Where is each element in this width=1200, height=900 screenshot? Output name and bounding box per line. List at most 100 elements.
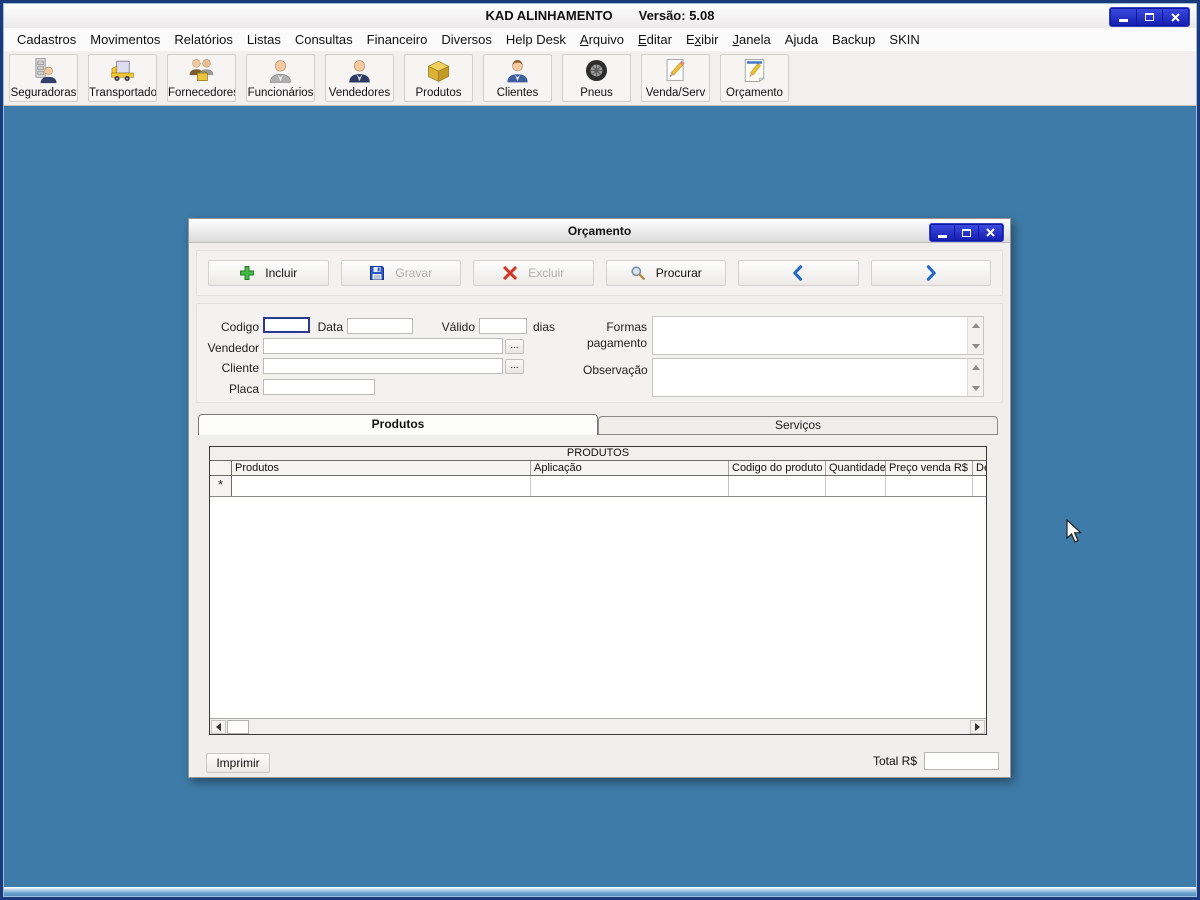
quote-icon — [741, 57, 768, 84]
cliente-browse-button[interactable]: ... — [505, 359, 524, 374]
menu-item-editar[interactable]: Editar — [631, 30, 679, 49]
toolbar-button-fornecedores[interactable]: Fornecedores — [167, 54, 236, 102]
menu-item-arquivo[interactable]: Arquivo — [573, 30, 631, 49]
formas-pagamento-memo — [652, 316, 984, 355]
menu-item-consultas[interactable]: Consultas — [288, 30, 360, 49]
menu-bar: Cadastros Movimentos Relatórios Listas Consu… — [4, 28, 1196, 50]
toolbar-button-venda-serv[interactable]: Venda/Serv — [641, 54, 710, 102]
toolbar-button-transportador[interactable]: Transportador — [88, 54, 157, 102]
menu-item-diversos[interactable]: Diversos — [434, 30, 499, 49]
menu-item-movimentos[interactable]: Movimentos — [83, 30, 167, 49]
menu-item-janela[interactable]: Janela — [725, 30, 777, 49]
scroll-down-icon[interactable] — [970, 382, 982, 394]
app-window-controls — [1109, 7, 1190, 27]
toolbar-button-orcamento[interactable]: Orçamento — [720, 54, 789, 102]
scroll-right-icon[interactable] — [970, 720, 985, 734]
grid-cell[interactable] — [973, 476, 986, 496]
minimize-button[interactable] — [1111, 9, 1136, 25]
grid-column-header-codigo-do-produto[interactable]: Codigo do produto — [729, 461, 826, 475]
grid-column-header-des[interactable]: Des — [973, 461, 986, 475]
incluir-button[interactable]: Incluir — [208, 260, 329, 286]
menu-item-cadastros[interactable]: Cadastros — [10, 30, 83, 49]
total-input[interactable] — [924, 752, 999, 770]
toolbar-button-funcionarios[interactable]: Funcionários — [246, 54, 315, 102]
tab-produtos[interactable]: Produtos — [198, 414, 598, 435]
codigo-label: Codigo — [220, 320, 259, 334]
toolbar-button-label: Venda/Serv — [645, 87, 706, 99]
scroll-up-icon[interactable] — [970, 319, 982, 331]
grid-column-header-produtos[interactable]: Produtos — [232, 461, 531, 475]
menu-item-exibir[interactable]: Exibir — [679, 30, 726, 49]
orcamento-titlebar[interactable]: Orçamento — [189, 219, 1010, 243]
codigo-input[interactable] — [263, 317, 310, 333]
menu-item-backup[interactable]: Backup — [825, 30, 882, 49]
app-title: KAD ALINHAMENTO — [485, 8, 613, 23]
memo-scroll-strip — [967, 359, 983, 396]
excluir-button[interactable]: Excluir — [473, 260, 594, 286]
suppliers-icon — [188, 57, 215, 84]
placa-input[interactable] — [263, 379, 375, 395]
tire-icon — [583, 57, 610, 84]
menu-item-listas[interactable]: Listas — [240, 30, 288, 49]
grid-cell[interactable] — [826, 476, 886, 496]
previous-record-button[interactable] — [738, 260, 859, 286]
toolbar-button-seguradoras[interactable]: Seguradoras — [9, 54, 78, 102]
grid-horizontal-scrollbar[interactable] — [210, 718, 986, 734]
grid-new-row[interactable]: * — [210, 476, 986, 497]
menu-item-financeiro[interactable]: Financeiro — [360, 30, 435, 49]
clients-icon — [504, 57, 531, 84]
grid-cell[interactable] — [729, 476, 826, 496]
menu-item-skin[interactable]: SKIN — [882, 30, 926, 49]
toolbar-button-vendedores[interactable]: Vendedores — [325, 54, 394, 102]
imprimir-button[interactable]: Imprimir — [206, 753, 270, 773]
total-group: Total R$ — [873, 752, 999, 770]
maximize-button[interactable] — [955, 225, 978, 240]
data-label: Data — [317, 320, 343, 334]
prev-icon — [790, 265, 806, 281]
maximize-button[interactable] — [1137, 9, 1162, 25]
minimize-button[interactable] — [931, 225, 954, 240]
grid-selector-header — [210, 461, 232, 475]
grid-header-row: Produtos Aplicação Codigo do produto Quanti… — [210, 461, 986, 476]
grid-column-header-quantidade[interactable]: Quantidade — [826, 461, 886, 475]
scroll-up-icon[interactable] — [970, 361, 982, 373]
scroll-left-icon[interactable] — [211, 720, 226, 734]
app-version: Versão: 5.08 — [638, 8, 715, 23]
menu-item-relatorios[interactable]: Relatórios — [167, 30, 240, 49]
grid-cell[interactable] — [531, 476, 729, 496]
data-input[interactable] — [347, 318, 413, 334]
procurar-button[interactable]: Procurar — [605, 260, 726, 286]
grid-column-header-aplicacao[interactable]: Aplicação — [531, 461, 729, 475]
sale-service-icon — [662, 57, 689, 84]
menu-item-help-desk[interactable]: Help Desk — [499, 30, 573, 49]
valido-por-input[interactable] — [479, 318, 527, 334]
menu-item-ajuda[interactable]: Ajuda — [778, 30, 825, 49]
formas-pagamento-input[interactable] — [653, 317, 967, 354]
scroll-down-icon[interactable] — [970, 340, 982, 352]
close-button[interactable] — [979, 225, 1002, 240]
vendedor-input[interactable] — [263, 338, 503, 354]
action-button-label: Incluir — [265, 266, 298, 280]
grid-band-title: PRODUTOS — [210, 447, 986, 461]
observacao-input[interactable] — [653, 359, 967, 396]
close-button[interactable] — [1163, 9, 1188, 25]
observacao-label: Observação — [583, 363, 648, 377]
next-record-button[interactable] — [870, 260, 991, 286]
toolbar-button-clientes[interactable]: Clientes — [483, 54, 552, 102]
actions-panel: Incluir Gravar Excluir Procurar — [196, 250, 1003, 296]
toolbar-button-pneus[interactable]: Pneus — [562, 54, 631, 102]
toolbar-button-produtos[interactable]: Produtos — [404, 54, 473, 102]
orcamento-window-title: Orçamento — [567, 223, 632, 238]
truck-icon — [109, 57, 136, 84]
tab-servicos[interactable]: Serviços — [598, 416, 998, 435]
grid-column-header-preco-venda-r[interactable]: Preço venda R$ — [886, 461, 973, 475]
grid-cell[interactable] — [886, 476, 973, 496]
tab-strip: Produtos Serviços — [198, 414, 998, 435]
toolbar-button-label: Orçamento — [726, 87, 783, 99]
gravar-button[interactable]: Gravar — [340, 260, 461, 286]
observacao-memo — [652, 358, 984, 397]
grid-cell[interactable] — [232, 476, 531, 496]
cliente-input[interactable] — [263, 358, 503, 374]
vendedor-browse-button[interactable]: ... — [505, 339, 524, 354]
scrollbar-thumb[interactable] — [227, 720, 249, 734]
